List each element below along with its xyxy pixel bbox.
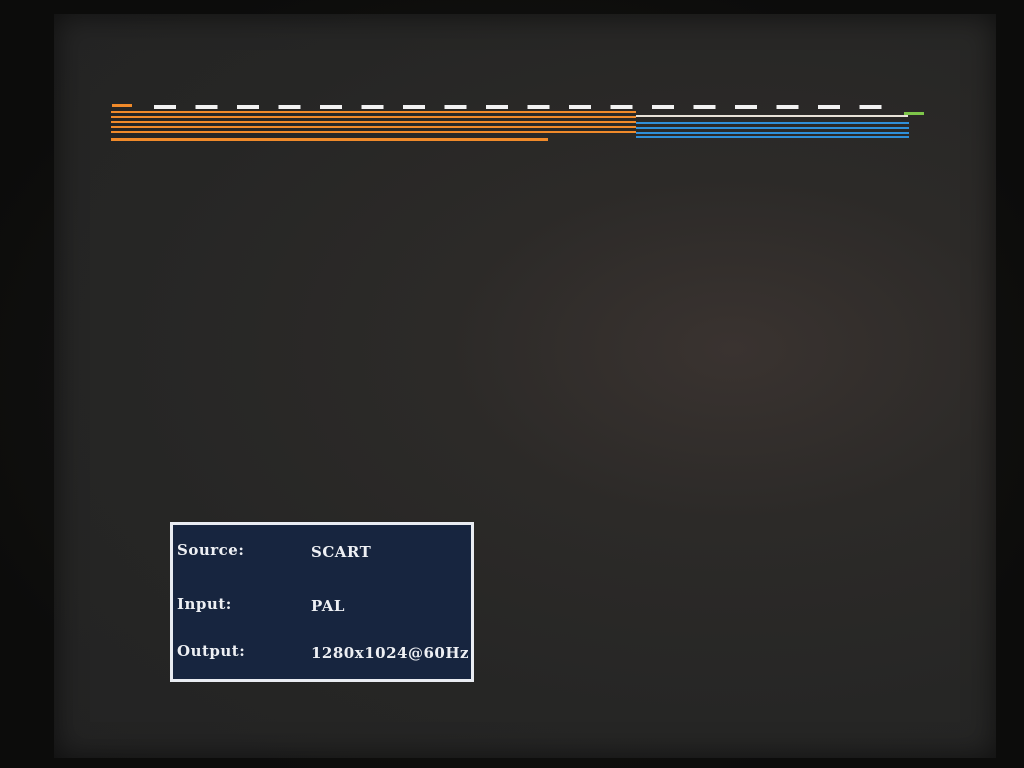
orange-line xyxy=(111,116,636,118)
blue-line xyxy=(636,127,909,129)
white-dash xyxy=(403,105,425,109)
source-label: Source: xyxy=(177,541,245,559)
orange-line xyxy=(111,111,636,113)
osd-row-source: Source: SCART xyxy=(173,541,471,561)
white-dash xyxy=(444,105,467,109)
green-marker-line xyxy=(904,112,924,115)
white-dash xyxy=(859,105,882,109)
orange-line xyxy=(111,121,636,123)
white-dash xyxy=(154,105,176,109)
input-value: PAL xyxy=(311,597,345,615)
osd-row-output: Output: 1280x1024@60Hz xyxy=(173,642,471,662)
white-dash xyxy=(320,105,342,109)
output-value: 1280x1024@60Hz xyxy=(311,644,470,662)
white-dash xyxy=(610,105,633,109)
osd-row-input: Input: PAL xyxy=(173,595,471,615)
white-dash xyxy=(652,105,674,109)
white-dash xyxy=(195,105,218,109)
white-dash xyxy=(569,105,591,109)
orange-line-short xyxy=(111,138,548,141)
white-dash xyxy=(278,105,301,109)
monitor-bezel: Source: SCART Input: PAL Output: 1280x10… xyxy=(0,0,1024,768)
osd-info-panel: Source: SCART Input: PAL Output: 1280x10… xyxy=(170,522,474,682)
blue-line xyxy=(636,122,909,124)
output-label: Output: xyxy=(177,642,246,660)
orange-dash-start xyxy=(112,104,132,107)
white-dash xyxy=(776,105,799,109)
orange-line xyxy=(111,126,636,128)
white-dash xyxy=(486,105,508,109)
green-marker xyxy=(904,112,924,115)
white-dash-row xyxy=(112,104,882,109)
white-dash xyxy=(237,105,259,109)
white-dash xyxy=(818,105,840,109)
white-dash xyxy=(361,105,384,109)
white-dash xyxy=(735,105,757,109)
blue-stripes xyxy=(636,122,909,138)
input-label: Input: xyxy=(177,595,232,613)
blue-line xyxy=(636,136,909,138)
orange-line xyxy=(111,131,636,133)
light-line xyxy=(636,115,908,117)
blue-line xyxy=(636,132,909,134)
source-value: SCART xyxy=(311,543,372,561)
white-dash xyxy=(693,105,716,109)
white-dash xyxy=(527,105,550,109)
monitor-screen: Source: SCART Input: PAL Output: 1280x10… xyxy=(54,14,996,758)
